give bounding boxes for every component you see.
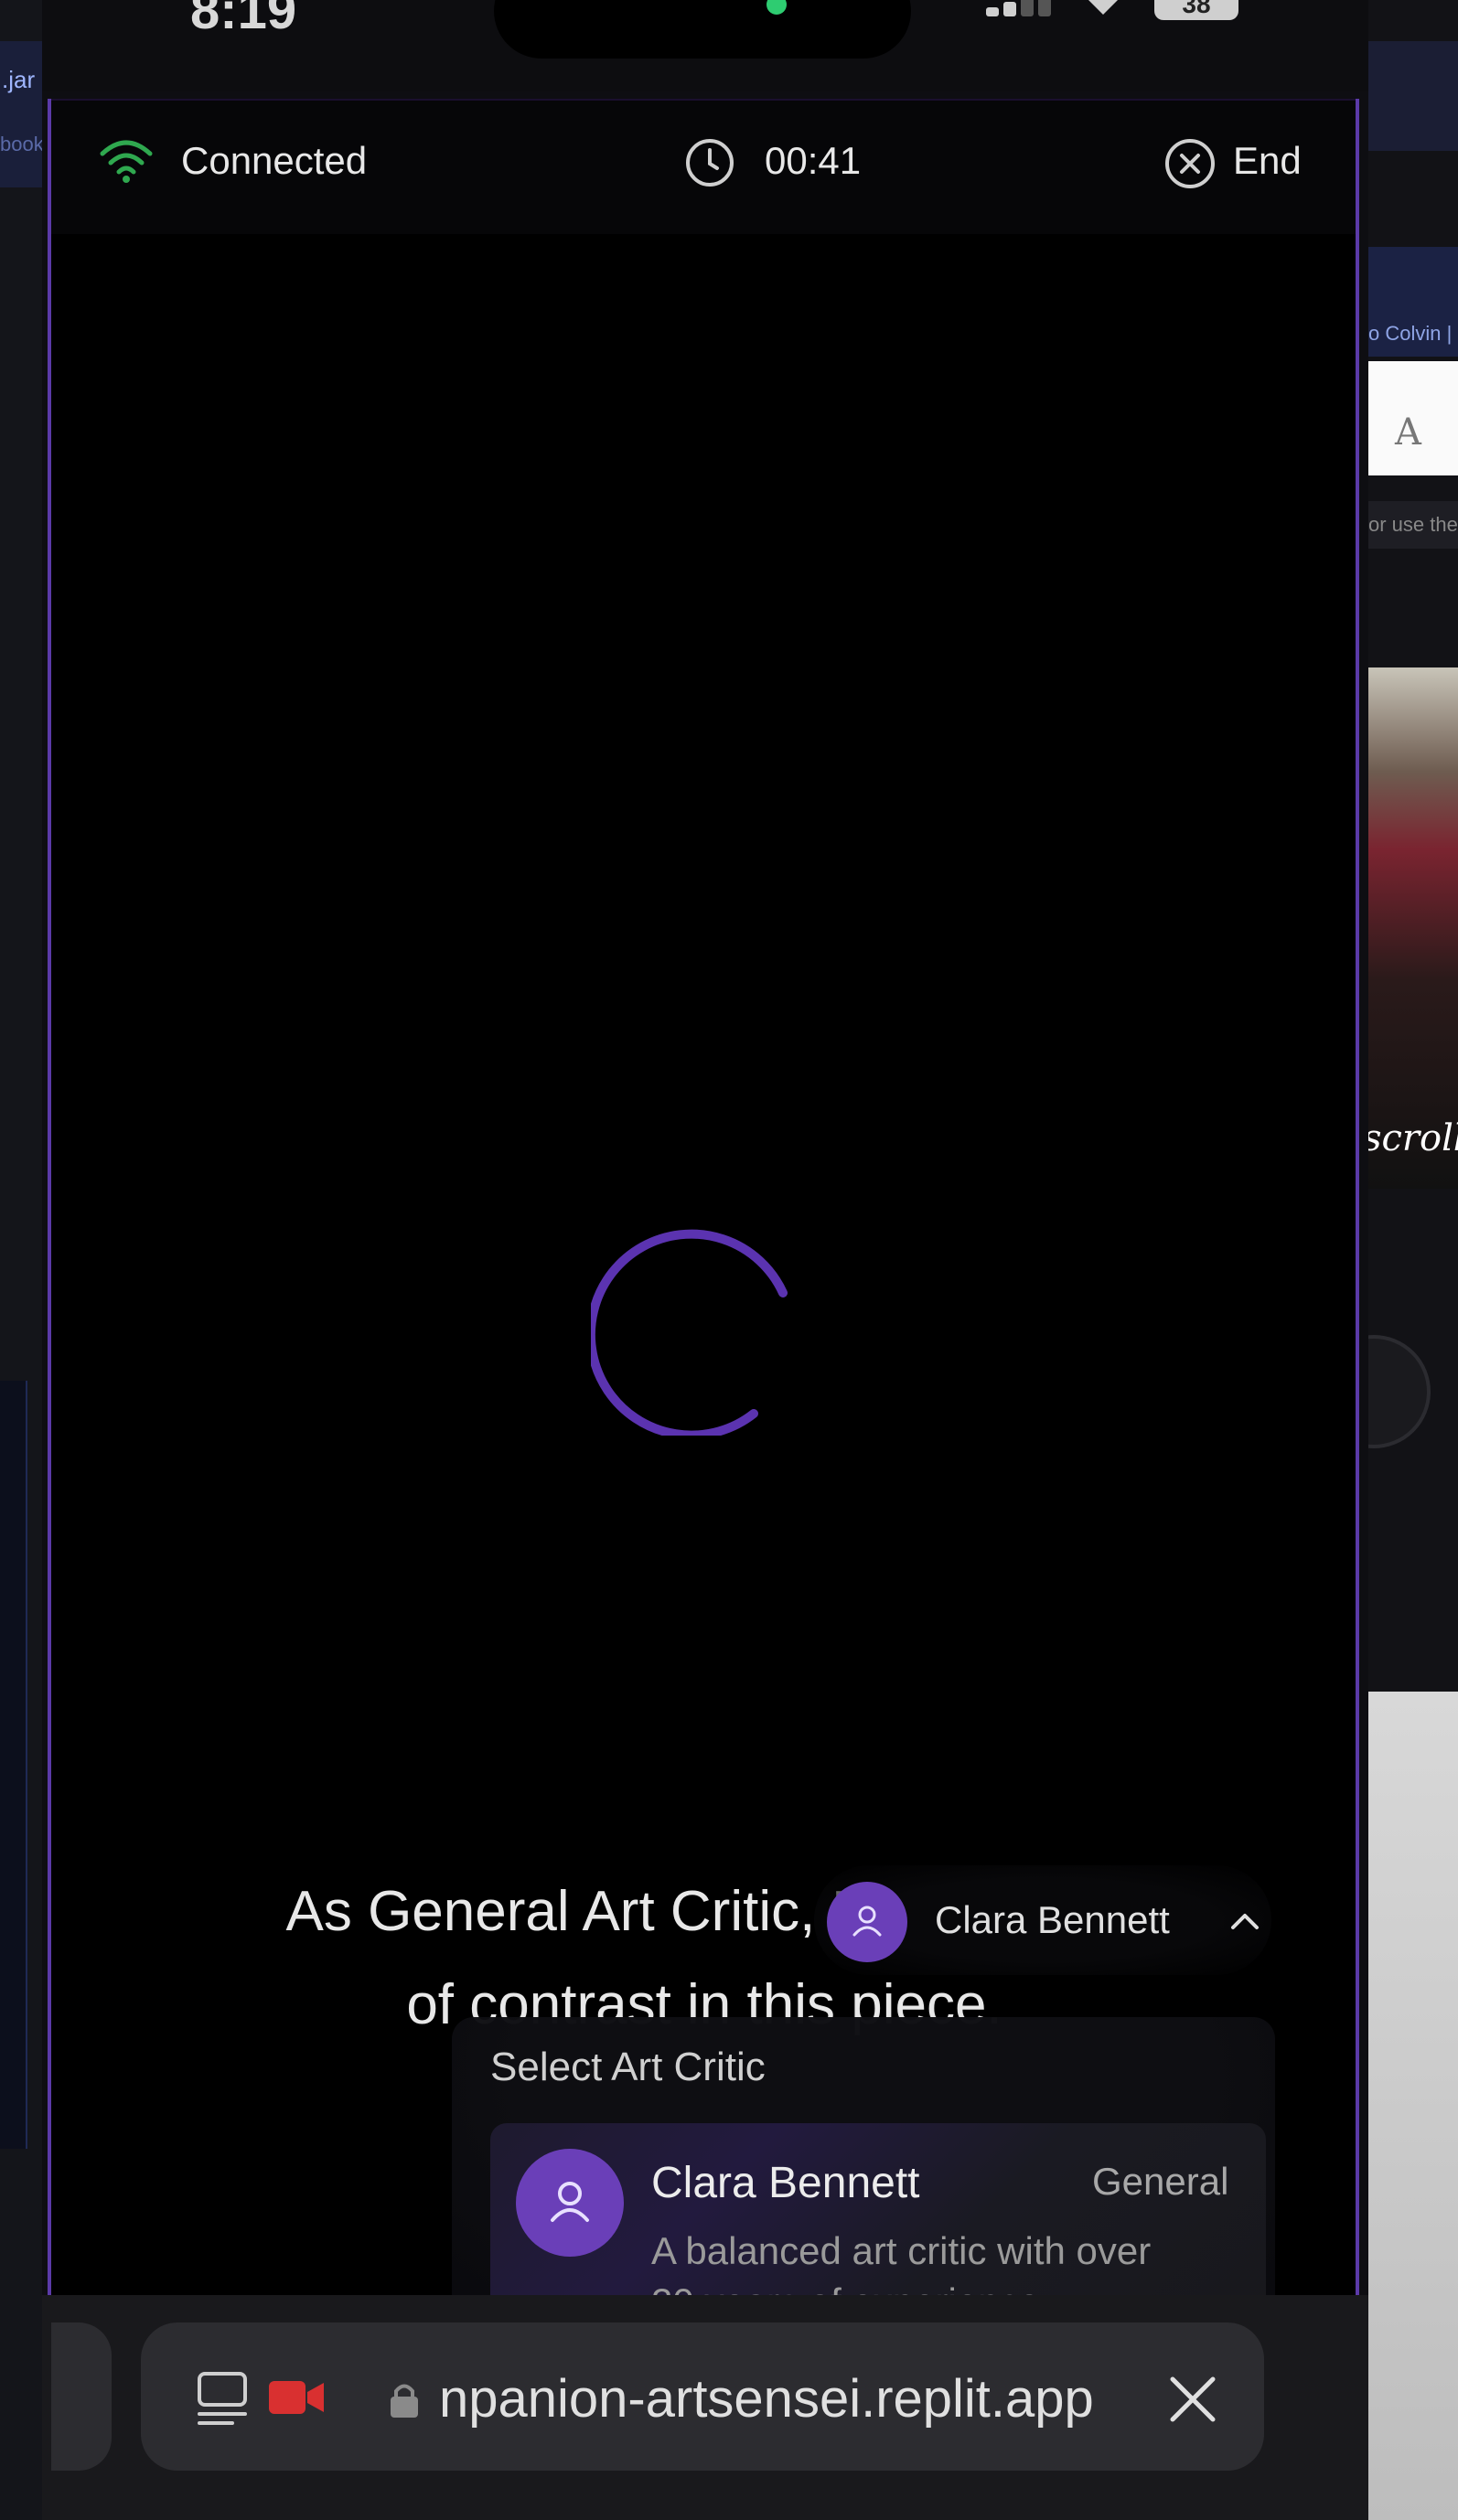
critic-option-name[interactable]: Clara Bennett [651,2158,920,2208]
critic-avatar[interactable] [827,1882,907,1962]
previous-tab-pill[interactable] [51,2322,112,2471]
lock-icon [388,2379,421,2419]
background-right-caption: scroll [1363,1117,1458,1159]
status-wifi-icon [1085,0,1121,16]
critic-option-category: General [1092,2160,1229,2203]
background-right-panel [1368,1692,1458,2520]
dropdown-title: Select Art Critic [490,2045,766,2089]
critic-option-avatar[interactable] [516,2149,624,2257]
background-left-text-2: book [0,133,44,155]
user-icon [852,1906,882,1937]
dynamic-island [494,0,911,59]
end-call-button[interactable]: End [1233,139,1302,183]
tabs-icon[interactable] [196,2370,249,2427]
current-critic-name[interactable]: Clara Bennett [935,1898,1170,1942]
connection-status: Connected [181,139,368,182]
user-icon [551,2182,589,2222]
wifi-icon [99,137,154,185]
battery-indicator: 38 [1154,0,1238,20]
call-timer: 00:41 [765,139,862,182]
background-right-hint: or use the [1368,501,1458,549]
cellular-signal-icon [986,0,1052,16]
background-window-left-titlebar [0,41,42,187]
critic-option-description-line-1: A balanced art critic with over [651,2229,1152,2272]
background-left-panel [0,1381,27,2149]
status-time: 8:19 [190,0,297,40]
chevron-up-icon[interactable] [1229,1907,1260,1935]
text-format-icon: A [1395,411,1421,454]
loading-spinner [585,1223,803,1440]
clock-icon [684,137,735,188]
background-left-text: .jar [2,66,36,93]
video-camera-icon[interactable] [267,2376,326,2419]
background-right-toolbar [1368,41,1458,151]
close-circle-icon[interactable] [1163,137,1217,190]
close-icon[interactable] [1165,2372,1220,2427]
background-right-text: o Colvin | [1368,322,1453,345]
url-text[interactable]: npanion-artsensei.replit.app [439,2368,1094,2429]
background-right-video [1368,667,1458,1189]
